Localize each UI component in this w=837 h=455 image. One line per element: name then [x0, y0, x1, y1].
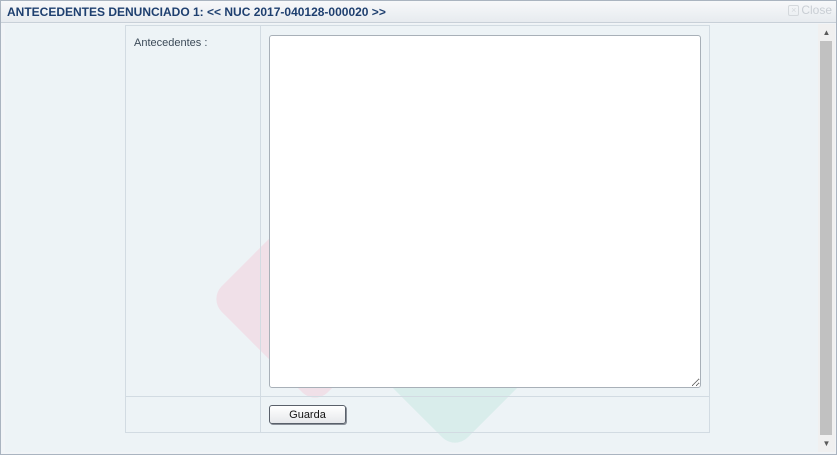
dialog-title: ANTECEDENTES DENUNCIADO 1: << NUC 2017-0…: [7, 5, 386, 19]
button-cell: Guarda: [261, 397, 709, 432]
close-icon: ×: [788, 4, 800, 16]
field-cell: [261, 26, 709, 397]
arrow-up-icon[interactable]: ▲: [818, 24, 835, 41]
vertical-scrollbar[interactable]: ▲ ▼: [818, 24, 835, 452]
arrow-down-icon[interactable]: ▼: [818, 435, 835, 452]
empty-cell: [126, 397, 261, 432]
antecedentes-label: Antecedentes :: [134, 37, 208, 49]
dialog-window: ANTECEDENTES DENUNCIADO 1: << NUC 2017-0…: [0, 0, 837, 455]
scrollbar-thumb[interactable]: [820, 41, 832, 435]
dialog-content: Antecedentes : Guarda: [5, 24, 818, 452]
close-label: Close: [801, 3, 832, 17]
form-table: Antecedentes : Guarda: [125, 25, 710, 433]
close-button[interactable]: × Close: [788, 3, 832, 17]
antecedentes-textarea[interactable]: [269, 35, 701, 388]
dialog-titlebar[interactable]: ANTECEDENTES DENUNCIADO 1: << NUC 2017-0…: [1, 1, 836, 23]
label-cell: Antecedentes :: [126, 26, 261, 397]
save-button[interactable]: Guarda: [269, 405, 346, 424]
